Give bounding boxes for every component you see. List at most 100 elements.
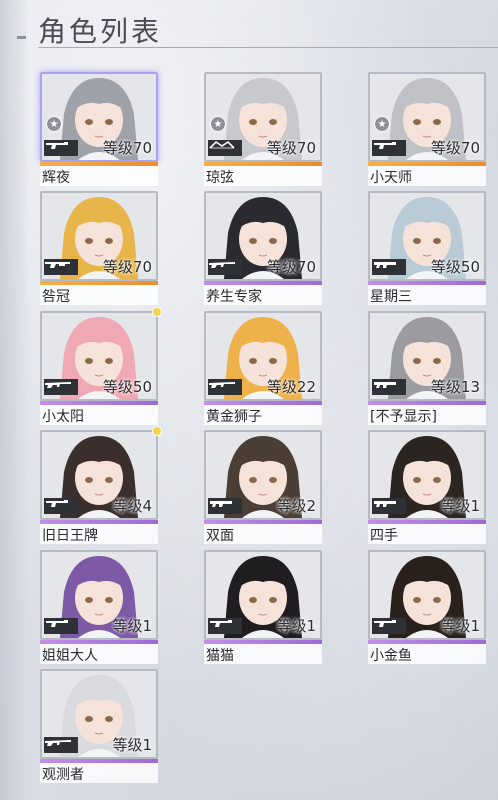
notification-dot	[152, 426, 162, 436]
name-bar: 小金鱼	[368, 644, 486, 664]
character-card[interactable]: 等级1 四手	[368, 430, 486, 544]
character-card[interactable]: 等级4 旧日王牌	[40, 426, 162, 544]
name-bar: 小太阳	[40, 405, 158, 425]
character-card[interactable]: ★ 等级70 辉夜	[40, 72, 158, 186]
character-name: 小金鱼	[370, 648, 412, 664]
character-card[interactable]: 等级13 [不予显示]	[368, 311, 486, 425]
star-icon: ★	[374, 116, 390, 132]
name-bar: 咎冠	[40, 285, 158, 305]
name-bar: 旧日王牌	[40, 524, 158, 544]
name-bar: 星期三	[368, 285, 486, 305]
character-name: 猫猫	[206, 648, 234, 664]
level-label: 等级1	[112, 617, 152, 635]
character-name: 小天师	[370, 170, 412, 186]
character-name: 黄金狮子	[206, 409, 262, 425]
notification-dot	[152, 307, 162, 317]
level-label: 等级4	[112, 497, 152, 515]
character-name: 旧日王牌	[42, 528, 98, 544]
name-bar: 观测者	[40, 763, 158, 783]
character-card[interactable]: 等级1 小金鱼	[368, 550, 486, 664]
portrait-frame: 等级13	[368, 311, 486, 401]
shotgun-icon	[44, 259, 78, 275]
level-label: 等级1	[276, 617, 316, 635]
character-card[interactable]: 等级2 双面	[204, 430, 322, 544]
character-name: 琼弦	[206, 170, 234, 186]
side-panel-edge	[0, 0, 28, 800]
pistol-icon	[44, 498, 78, 514]
name-bar: 猫猫	[204, 644, 322, 664]
character-name: 观测者	[42, 767, 84, 783]
name-bar: 姐姐大人	[40, 644, 158, 664]
name-bar: 四手	[368, 524, 486, 544]
character-card[interactable]: 等级1 姐姐大人	[40, 550, 158, 664]
bow-icon	[208, 140, 242, 156]
rifle-icon	[208, 379, 242, 395]
header: 角色列表	[0, 0, 498, 60]
name-bar: 辉夜	[40, 166, 158, 186]
name-bar: 小天师	[368, 166, 486, 186]
level-label: 等级50	[102, 378, 152, 396]
level-label: 等级1	[440, 497, 480, 515]
character-name: 四手	[370, 528, 398, 544]
smg-icon	[372, 259, 406, 275]
character-name: 小太阳	[42, 409, 84, 425]
level-label: 等级13	[430, 378, 480, 396]
level-label: 等级70	[266, 139, 316, 157]
pistol-icon	[44, 140, 78, 156]
character-name: [不予显示]	[370, 409, 437, 425]
character-card[interactable]: 等级70 养生专家	[204, 191, 322, 305]
pistol-icon	[44, 618, 78, 634]
level-label: 等级1	[440, 617, 480, 635]
star-icon: ★	[46, 116, 62, 132]
portrait-frame: 等级1	[40, 550, 158, 640]
character-name: 星期三	[370, 289, 412, 305]
smg-icon	[372, 379, 406, 395]
character-name: 姐姐大人	[42, 648, 98, 664]
rifle-icon	[44, 379, 78, 395]
character-card[interactable]: 等级1 观测者	[40, 669, 158, 783]
portrait-frame: 等级1	[204, 550, 322, 640]
portrait-frame: ★ 等级70	[368, 72, 486, 162]
character-card[interactable]: 等级50 小太阳	[40, 307, 162, 425]
character-name: 辉夜	[42, 170, 70, 186]
portrait-frame: 等级4	[40, 430, 158, 520]
header-divider	[38, 47, 498, 48]
level-label: 等级70	[102, 258, 152, 276]
portrait-frame: 等级50	[40, 311, 158, 401]
smg-icon	[372, 498, 406, 514]
name-bar: 养生专家	[204, 285, 322, 305]
pistol-icon	[208, 618, 242, 634]
level-label: 等级70	[430, 139, 480, 157]
level-label: 等级70	[266, 258, 316, 276]
smg-icon	[208, 498, 242, 514]
page-title: 角色列表	[38, 15, 163, 48]
rifle-icon	[44, 737, 78, 753]
level-label: 等级70	[102, 139, 152, 157]
character-card[interactable]: 等级70 咎冠	[40, 191, 158, 305]
character-card[interactable]: ★ 等级70 琼弦	[204, 72, 322, 186]
portrait-frame: 等级2	[204, 430, 322, 520]
header-dash	[17, 36, 26, 39]
portrait-frame: 等级22	[204, 311, 322, 401]
portrait-frame: 等级70	[204, 191, 322, 281]
character-card[interactable]: 等级50 星期三	[368, 191, 486, 305]
pistol-icon	[372, 618, 406, 634]
level-label: 等级50	[430, 258, 480, 276]
character-card[interactable]: 等级1 猫猫	[204, 550, 322, 664]
character-card[interactable]: 等级22 黄金狮子	[204, 311, 322, 425]
portrait-frame: ★ 等级70	[40, 72, 158, 162]
portrait-frame: 等级50	[368, 191, 486, 281]
portrait-frame: 等级70	[40, 191, 158, 281]
name-bar: [不予显示]	[368, 405, 486, 425]
name-bar: 双面	[204, 524, 322, 544]
character-card[interactable]: ★ 等级70 小天师	[368, 72, 486, 186]
character-name: 咎冠	[42, 289, 70, 305]
name-bar: 黄金狮子	[204, 405, 322, 425]
portrait-frame: 等级1	[368, 430, 486, 520]
portrait-frame: 等级1	[368, 550, 486, 640]
star-icon: ★	[210, 116, 226, 132]
character-name: 养生专家	[206, 289, 262, 305]
rifle-icon	[208, 259, 242, 275]
portrait-frame: 等级1	[40, 669, 158, 759]
name-bar: 琼弦	[204, 166, 322, 186]
